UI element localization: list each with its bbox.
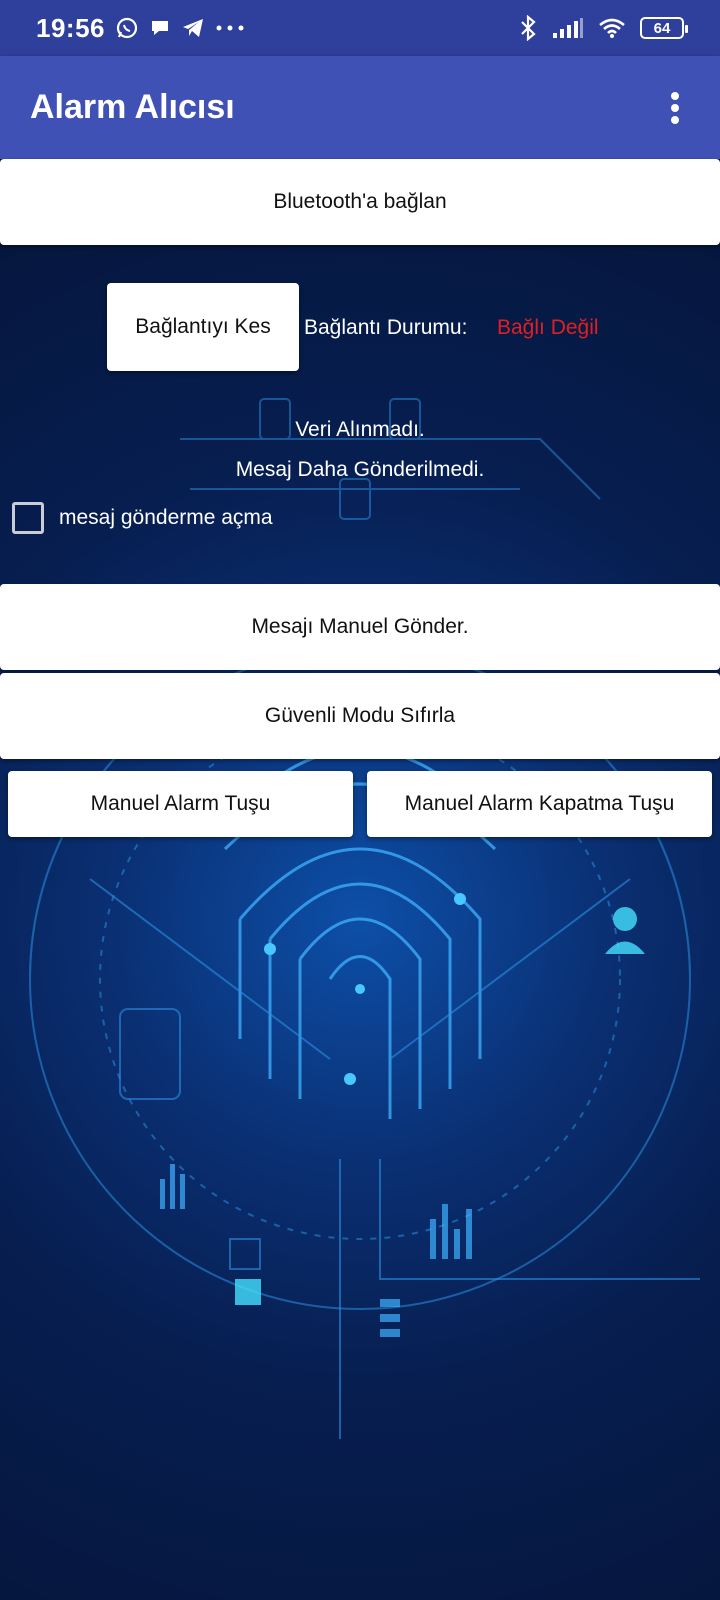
signal-icon: [552, 17, 584, 39]
wifi-icon: [598, 17, 626, 39]
app-bar: Alarm Alıcısı: [0, 56, 720, 159]
data-status-text: Veri Alınmadı.: [295, 418, 425, 441]
status-bar: 19:56 64: [0, 0, 720, 56]
connection-status-label: Bağlantı Durumu:: [304, 316, 468, 339]
disconnect-button[interactable]: Bağlantıyı Kes: [107, 283, 299, 371]
bluetooth-connect-button[interactable]: Bluetooth'a bağlan: [0, 159, 720, 245]
send-message-checkbox-label: mesaj gönderme açma: [59, 506, 273, 529]
telegram-icon: [181, 17, 205, 39]
more-dots-icon: [215, 24, 245, 32]
reset-safe-mode-button[interactable]: Güvenli Modu Sıfırla: [0, 673, 720, 759]
message-status-text: Mesaj Daha Gönderilmedi.: [235, 458, 485, 481]
app-title: Alarm Alıcısı: [30, 88, 235, 126]
chat-bubble-icon: [149, 17, 171, 39]
cyber-fingerprint-artwork: [29, 398, 700, 1439]
manual-alarm-button[interactable]: Manuel Alarm Tuşu: [8, 771, 353, 837]
battery-level: 64: [653, 19, 671, 37]
battery-icon: 64: [640, 17, 688, 39]
whatsapp-icon: [115, 16, 139, 40]
background-image: [0, 159, 720, 1600]
send-message-checkbox[interactable]: [12, 502, 44, 534]
clock: 19:56: [36, 12, 105, 43]
bluetooth-icon: [518, 15, 538, 41]
send-message-manual-button[interactable]: Mesajı Manuel Gönder.: [0, 584, 720, 670]
manual-alarm-off-button[interactable]: Manuel Alarm Kapatma Tuşu: [367, 771, 712, 837]
connection-status-value: Bağlı Değil: [497, 316, 599, 339]
overflow-menu-icon[interactable]: [660, 88, 690, 128]
